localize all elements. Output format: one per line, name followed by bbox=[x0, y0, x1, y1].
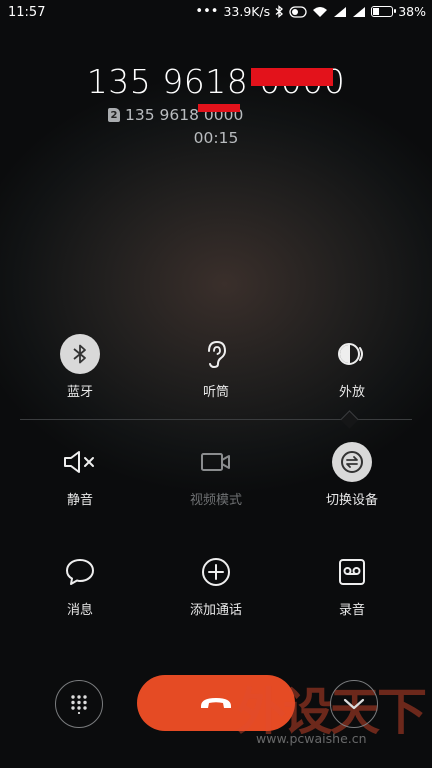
battery-percent: 38% bbox=[398, 4, 426, 19]
video-mode-label: 视频模式 bbox=[189, 493, 242, 508]
net-speed: 33.9K/s bbox=[223, 4, 271, 19]
sim2-icon: 2 bbox=[108, 108, 120, 122]
bluetooth-icon bbox=[60, 334, 100, 374]
signal-icon-2 bbox=[353, 6, 366, 17]
bluetooth-status-icon bbox=[275, 5, 284, 18]
ear-icon bbox=[196, 334, 236, 374]
switch-device-button[interactable]: 切换设备 bbox=[302, 442, 402, 518]
signal-icon-1 bbox=[334, 6, 347, 17]
video-camera-icon bbox=[196, 442, 236, 482]
message-bubble-icon bbox=[60, 552, 100, 592]
video-mode-button[interactable]: 视频模式 bbox=[166, 442, 266, 518]
panel-pointer bbox=[340, 410, 359, 429]
mute-icon bbox=[60, 442, 100, 482]
add-call-button[interactable]: 添加通话 bbox=[166, 552, 266, 628]
switch-device-icon bbox=[332, 442, 372, 482]
collapse-button[interactable] bbox=[330, 680, 378, 728]
add-call-label: 添加通话 bbox=[189, 603, 242, 618]
status-bar: 11:57 ••• 33.9K/s 38% bbox=[0, 0, 432, 26]
caller-number: 135 9618 0000 bbox=[86, 62, 346, 101]
wifi-icon bbox=[313, 6, 328, 17]
watermark: 外设天下 www.pcwaishe.cn bbox=[228, 668, 432, 768]
switch-device-label: 切换设备 bbox=[325, 493, 378, 508]
chevron-down-icon bbox=[343, 698, 365, 710]
mute-button[interactable]: 静音 bbox=[30, 442, 130, 518]
redaction-bar bbox=[251, 68, 333, 86]
dialpad-button[interactable] bbox=[55, 680, 103, 728]
bluetooth-label: 蓝牙 bbox=[66, 385, 93, 400]
ring-mode-icon bbox=[289, 5, 307, 18]
tape-recorder-icon bbox=[332, 552, 372, 592]
status-time: 11:57 bbox=[8, 5, 46, 20]
battery-fill bbox=[373, 8, 380, 15]
speaker-button[interactable]: 外放 bbox=[302, 334, 402, 410]
earpiece-button[interactable]: 听筒 bbox=[166, 334, 266, 410]
record-label: 录音 bbox=[338, 603, 365, 618]
bluetooth-button[interactable]: 蓝牙 bbox=[30, 334, 130, 410]
earpiece-label: 听筒 bbox=[202, 385, 229, 400]
battery-icon bbox=[371, 6, 397, 17]
mute-label: 静音 bbox=[66, 493, 93, 508]
speaker-icon bbox=[332, 334, 372, 374]
add-icon bbox=[196, 552, 236, 592]
dots-icon: ••• bbox=[195, 4, 219, 19]
redaction-bar-small bbox=[198, 104, 240, 112]
message-button[interactable]: 消息 bbox=[30, 552, 130, 628]
speaker-label: 外放 bbox=[338, 385, 365, 400]
record-button[interactable]: 录音 bbox=[302, 552, 402, 628]
dialpad-icon bbox=[71, 695, 87, 714]
watermark-url: www.pcwaishe.cn bbox=[256, 731, 367, 746]
message-label: 消息 bbox=[66, 603, 93, 618]
call-duration: 00:15 bbox=[193, 129, 239, 147]
